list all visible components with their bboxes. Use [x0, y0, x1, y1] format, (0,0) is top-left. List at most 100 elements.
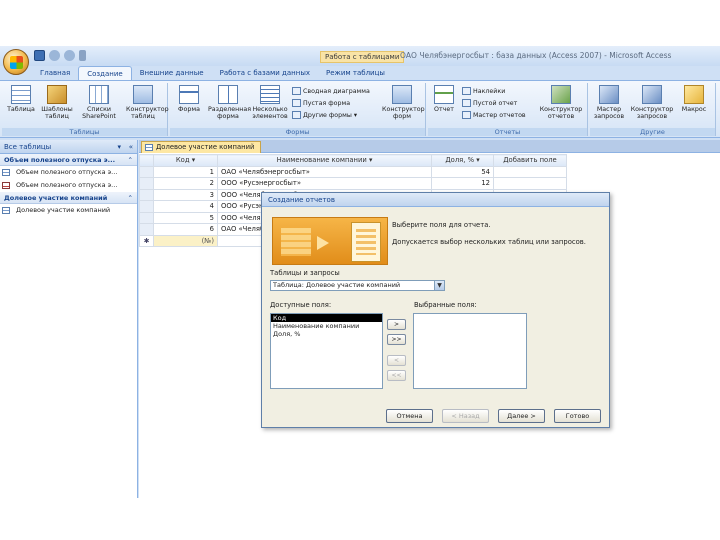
new-record-selector[interactable]: ✱ [139, 234, 154, 247]
next-button[interactable]: Далее > [498, 409, 545, 423]
row-selector[interactable] [139, 223, 154, 236]
document-tab-bar: Долевое участие компаний [139, 140, 720, 153]
form-design-button[interactable]: Конструктор форм [382, 85, 425, 120]
sharepoint-lists-button[interactable]: Списки SharePoint [82, 85, 116, 120]
nav-item-volume-table[interactable]: Объем полезного отпуска э... [0, 166, 137, 179]
nav-header-label: Все таблицы [4, 143, 52, 151]
finish-button[interactable]: Готово [554, 409, 601, 423]
office-button[interactable] [3, 49, 29, 75]
cancel-button[interactable]: Отмена [386, 409, 433, 423]
report-design-icon [551, 85, 571, 104]
form-button[interactable]: Форма [172, 85, 206, 113]
column-header-name[interactable]: Наименование компании ▾ [217, 154, 432, 167]
split-form-button[interactable]: Разделенная форма [208, 85, 251, 120]
title-bar: Работа с таблицами ОАО Челябэнергосбыт :… [0, 46, 720, 75]
report-wizard-button[interactable]: Мастер отчетов [462, 111, 526, 119]
macro-button[interactable]: Макрос [678, 85, 710, 113]
tab-home[interactable]: Главная [32, 66, 78, 80]
tab-database-tools[interactable]: Работа с базами данных [212, 66, 318, 80]
cell-share[interactable]: 54 [431, 165, 494, 178]
list-item[interactable]: Наименование компании [271, 322, 382, 330]
query-design-button[interactable]: Конструктор запросов [630, 85, 674, 120]
chevron-down-icon[interactable]: ▼ [434, 281, 444, 290]
tables-queries-value: Таблица: Долевое участие компаний [273, 281, 401, 289]
column-header-code[interactable]: Код ▾ [153, 154, 218, 167]
report-page-graphic [351, 222, 381, 262]
tab-datasheet[interactable]: Режим таблицы [318, 66, 393, 80]
undo-icon[interactable] [49, 50, 60, 61]
tab-external-data[interactable]: Внешние данные [132, 66, 212, 80]
chevron-down-icon[interactable]: ▾ [117, 140, 121, 154]
document-tab[interactable]: Долевое участие компаний [141, 141, 262, 153]
group-other: Мастер запросов Конструктор запросов Мак… [590, 83, 716, 136]
list-item[interactable]: Доля, % [271, 330, 382, 338]
query-design-label: Конструктор запросов [630, 106, 674, 120]
selected-fields-list[interactable] [413, 313, 527, 389]
more-forms-button[interactable]: Другие формы ▾ [292, 111, 357, 119]
cell-code[interactable]: 1 [153, 165, 218, 178]
cell-name[interactable]: ОАО «Челябэнергосбыт» [217, 165, 432, 178]
table-button[interactable]: Таблица [4, 85, 38, 113]
group-forms: Форма Разделенная форма Несколько элемен… [170, 83, 426, 136]
navigation-pane: Все таблицы ▾ « Объем полезного отпуска … [0, 140, 138, 498]
labels-icon [462, 87, 471, 95]
ribbon: Таблица Шаблоны таблиц Списки SharePoint… [0, 80, 720, 138]
chevron-up-icon[interactable]: ⌃ [128, 192, 133, 203]
dialog-hint: Допускается выбор нескольких таблиц или … [392, 238, 586, 246]
table-row[interactable]: 2 ООО «Русэнергосбыт» 12 [139, 177, 567, 190]
cell-name[interactable]: ООО «Русэнергосбыт» [217, 177, 432, 190]
back-button[interactable]: < Назад [442, 409, 489, 423]
cell-code[interactable]: 2 [153, 177, 218, 190]
row-selector[interactable] [139, 188, 154, 201]
pivot-chart-button[interactable]: Сводная диаграмма [292, 87, 370, 95]
table-row[interactable]: 1 ОАО «Челябэнергосбыт» 54 [139, 165, 567, 178]
labels-button[interactable]: Наклейки [462, 87, 505, 95]
add-all-fields-button[interactable]: >> [387, 334, 406, 345]
cell-code[interactable]: 6 [153, 223, 218, 236]
save-icon[interactable] [34, 50, 45, 61]
cell-code[interactable]: 5 [153, 211, 218, 224]
query-wizard-button[interactable]: Мастер запросов [592, 85, 626, 120]
row-selector[interactable] [139, 211, 154, 224]
collapse-pane-icon[interactable]: « [129, 140, 133, 154]
report-wizard-label: Мастер отчетов [473, 111, 526, 119]
cell-share[interactable]: 12 [431, 177, 494, 190]
cell-code[interactable]: (№) [153, 234, 218, 247]
report-button[interactable]: Отчет [430, 85, 458, 113]
cell-add[interactable] [493, 165, 567, 178]
blank-report-button[interactable]: Пустой отчет [462, 99, 517, 107]
labels-label: Наклейки [473, 87, 506, 95]
report-design-button[interactable]: Конструктор отчетов [538, 85, 584, 120]
available-fields-list[interactable]: Код Наименование компании Доля, % [270, 313, 383, 389]
wizard-illustration [272, 217, 388, 265]
redo-icon[interactable] [64, 50, 75, 61]
tab-create[interactable]: Создание [78, 66, 132, 80]
cell-add[interactable] [493, 177, 567, 190]
table-templates-button[interactable]: Шаблоны таблиц [40, 85, 74, 120]
nav-group-volume[interactable]: Объем полезного отпуска э... ⌃ [0, 154, 137, 166]
add-field-button[interactable]: > [387, 319, 406, 330]
table-design-button[interactable]: Конструктор таблиц [126, 85, 169, 120]
nav-header[interactable]: Все таблицы ▾ « [0, 140, 137, 154]
nav-item-volume-report[interactable]: Объем полезного отпуска э... [0, 179, 137, 192]
column-header-label: Код [175, 156, 190, 165]
cell-code[interactable]: 4 [153, 200, 218, 213]
column-header-share[interactable]: Доля, % ▾ [431, 154, 494, 167]
multiple-items-button[interactable]: Несколько элементов [250, 85, 290, 120]
pivot-chart-label: Сводная диаграмма [303, 87, 370, 95]
list-item[interactable]: Код [271, 314, 382, 322]
customize-qat-icon[interactable] [79, 50, 86, 61]
remove-all-fields-button[interactable]: << [387, 370, 406, 381]
remove-field-button[interactable]: < [387, 355, 406, 366]
nav-group-shares[interactable]: Долевое участие компаний ⌃ [0, 192, 137, 204]
column-header-add-field[interactable]: Добавить поле [493, 154, 567, 167]
tables-queries-select[interactable]: Таблица: Долевое участие компаний ▼ [270, 280, 445, 291]
row-selector[interactable] [139, 200, 154, 213]
nav-item-shares-table[interactable]: Долевое участие компаний [0, 204, 137, 217]
select-all-cell[interactable] [139, 154, 154, 167]
cell-code[interactable]: 3 [153, 188, 218, 201]
blank-form-button[interactable]: Пустая форма [292, 99, 350, 107]
row-selector[interactable] [139, 165, 154, 178]
chevron-up-icon[interactable]: ⌃ [128, 154, 133, 165]
row-selector[interactable] [139, 177, 154, 190]
